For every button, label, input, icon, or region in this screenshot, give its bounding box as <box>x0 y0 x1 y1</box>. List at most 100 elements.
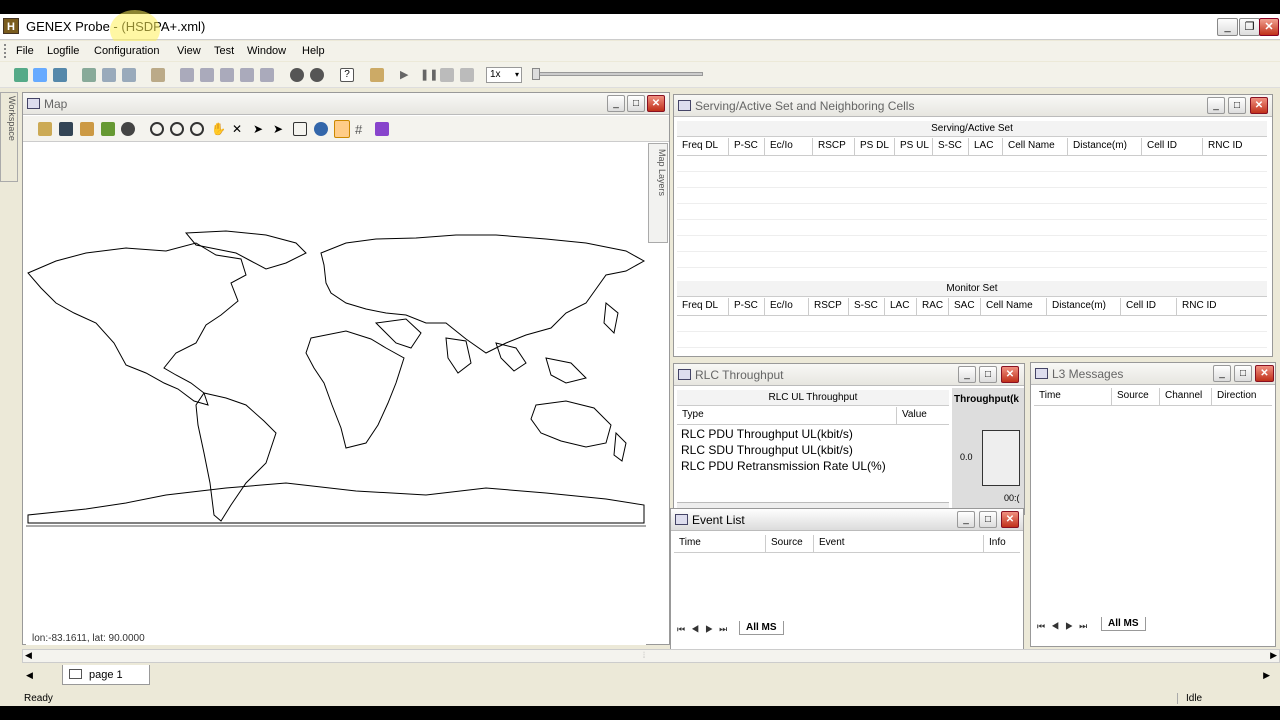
menu-configuration[interactable]: Configuration <box>94 45 159 57</box>
col-header[interactable]: RAC <box>917 298 949 315</box>
tab-prev-icon[interactable]: ◀ <box>26 670 33 681</box>
zoom-out-icon[interactable] <box>170 122 184 136</box>
full-extent-icon[interactable]: ✕ <box>232 122 246 136</box>
menu-view[interactable]: View <box>177 45 201 57</box>
col-header[interactable]: RNC ID <box>1177 298 1237 315</box>
info-arrow-icon[interactable]: ➤ <box>273 122 287 136</box>
col-header[interactable]: RNC ID <box>1203 138 1263 155</box>
test-plan3-icon[interactable] <box>220 68 234 82</box>
play-icon[interactable]: ▶ <box>400 68 414 82</box>
event-nav-buttons[interactable]: ⏮◀▶⏭ <box>677 624 733 635</box>
serving-close-button[interactable]: ✕ <box>1250 97 1268 114</box>
col-header[interactable]: Freq DL <box>677 138 729 155</box>
event-close-button[interactable]: ✕ <box>1001 511 1019 528</box>
col-header[interactable]: Cell ID <box>1121 298 1177 315</box>
col-header[interactable]: Event <box>814 535 984 552</box>
zoom-in-icon[interactable] <box>150 122 164 136</box>
test-plan5-icon[interactable] <box>260 68 274 82</box>
col-header[interactable]: Ec/Io <box>765 298 809 315</box>
rlc-close-button[interactable]: ✕ <box>1001 366 1019 383</box>
menu-window[interactable]: Window <box>247 45 286 57</box>
col-header[interactable]: Distance(m) <box>1047 298 1121 315</box>
minimize-button[interactable]: _ <box>1217 18 1238 36</box>
device2-icon[interactable] <box>122 68 136 82</box>
scroll-grip-icon[interactable]: ⦙ <box>643 650 645 661</box>
test-plan4-icon[interactable] <box>240 68 254 82</box>
col-header[interactable]: LAC <box>969 138 1003 155</box>
legend-icon[interactable] <box>375 122 389 136</box>
col-header[interactable]: Source <box>1112 388 1160 405</box>
edit-icon[interactable] <box>151 68 165 82</box>
l3-close-button[interactable]: ✕ <box>1255 365 1274 382</box>
map-canvas[interactable] <box>26 143 646 633</box>
save-icon[interactable] <box>53 68 67 82</box>
grid-icon[interactable]: # <box>355 122 369 137</box>
play-record-icon[interactable] <box>290 68 304 82</box>
close-button[interactable]: ✕ <box>1259 18 1279 36</box>
pointer-icon[interactable] <box>334 120 350 138</box>
map-close-button[interactable]: ✕ <box>647 95 665 112</box>
map-minimize-button[interactable]: _ <box>607 95 625 112</box>
folder-icon[interactable] <box>370 68 384 82</box>
l3-nav-buttons[interactable]: ⏮◀▶⏭ <box>1037 621 1093 632</box>
col-header[interactable]: Freq DL <box>677 298 729 315</box>
device-icon[interactable] <box>102 68 116 82</box>
col-header[interactable]: P-SC <box>729 298 765 315</box>
ruler-icon[interactable] <box>293 122 307 136</box>
zoom-icon[interactable] <box>190 122 204 136</box>
col-header[interactable]: S-SC <box>849 298 885 315</box>
main-scrollbar[interactable]: ◀ ⦙ ▶ <box>22 649 1280 663</box>
test-plan2-icon[interactable] <box>200 68 214 82</box>
tab-page-1[interactable]: page 1 <box>62 665 150 685</box>
open-map-icon[interactable] <box>38 122 52 136</box>
find-icon[interactable] <box>121 122 135 136</box>
playback-slider[interactable] <box>532 68 703 80</box>
event-tab-all-ms[interactable]: All MS <box>739 621 784 635</box>
l3-minimize-button[interactable]: _ <box>1213 365 1231 382</box>
help-icon[interactable]: ? <box>340 68 354 82</box>
tab-next-icon[interactable]: ▶ <box>1263 670 1270 681</box>
pause-icon[interactable]: ❚❚ <box>420 68 438 82</box>
col-header[interactable]: SAC <box>949 298 981 315</box>
col-header[interactable]: Cell Name <box>1003 138 1068 155</box>
event-minimize-button[interactable]: _ <box>957 511 975 528</box>
scroll-right-icon[interactable]: ▶ <box>1270 650 1277 661</box>
save-map-icon[interactable] <box>59 122 73 136</box>
l3-tab-all-ms[interactable]: All MS <box>1101 617 1146 631</box>
map-layers-tab[interactable]: Map Layers <box>648 143 668 243</box>
col-header[interactable]: Cell ID <box>1142 138 1203 155</box>
scroll-left-icon[interactable]: ◀ <box>25 650 32 661</box>
restore-button[interactable]: ❐ <box>1239 18 1260 36</box>
col-header[interactable]: Channel <box>1160 388 1212 405</box>
speed-select[interactable]: 1x ▾ <box>486 67 522 83</box>
connect-icon[interactable] <box>82 68 96 82</box>
col-header[interactable]: Type <box>677 407 897 424</box>
menu-help[interactable]: Help <box>302 45 325 57</box>
serving-minimize-button[interactable]: _ <box>1207 97 1225 114</box>
step-icon[interactable] <box>460 68 474 82</box>
col-header[interactable]: RSCP <box>809 298 849 315</box>
l3-maximize-button[interactable]: □ <box>1234 365 1252 382</box>
app-icon[interactable]: H <box>3 18 19 34</box>
rlc-minimize-button[interactable]: _ <box>958 366 976 383</box>
serving-maximize-button[interactable]: □ <box>1228 97 1246 114</box>
col-header[interactable]: RSCP <box>813 138 855 155</box>
slider-thumb[interactable] <box>532 68 540 80</box>
col-header[interactable]: Cell Name <box>981 298 1047 315</box>
new-icon[interactable] <box>14 68 28 82</box>
col-header[interactable]: P-SC <box>729 138 765 155</box>
col-header[interactable]: Info <box>984 535 1020 552</box>
select-arrow-icon[interactable]: ➤ <box>253 122 267 136</box>
col-header[interactable]: Source <box>766 535 814 552</box>
col-header[interactable]: Time <box>1034 388 1112 405</box>
menu-logfile[interactable]: Logfile <box>47 45 79 57</box>
test-plan-icon[interactable] <box>180 68 194 82</box>
col-header[interactable]: S-SC <box>933 138 969 155</box>
rlc-maximize-button[interactable]: □ <box>979 366 997 383</box>
event-maximize-button[interactable]: □ <box>979 511 997 528</box>
open-icon[interactable] <box>33 68 47 82</box>
col-header[interactable]: Direction <box>1212 388 1270 405</box>
col-header[interactable]: PS UL <box>895 138 933 155</box>
menu-test[interactable]: Test <box>214 45 234 57</box>
col-header[interactable]: Value <box>897 407 949 424</box>
